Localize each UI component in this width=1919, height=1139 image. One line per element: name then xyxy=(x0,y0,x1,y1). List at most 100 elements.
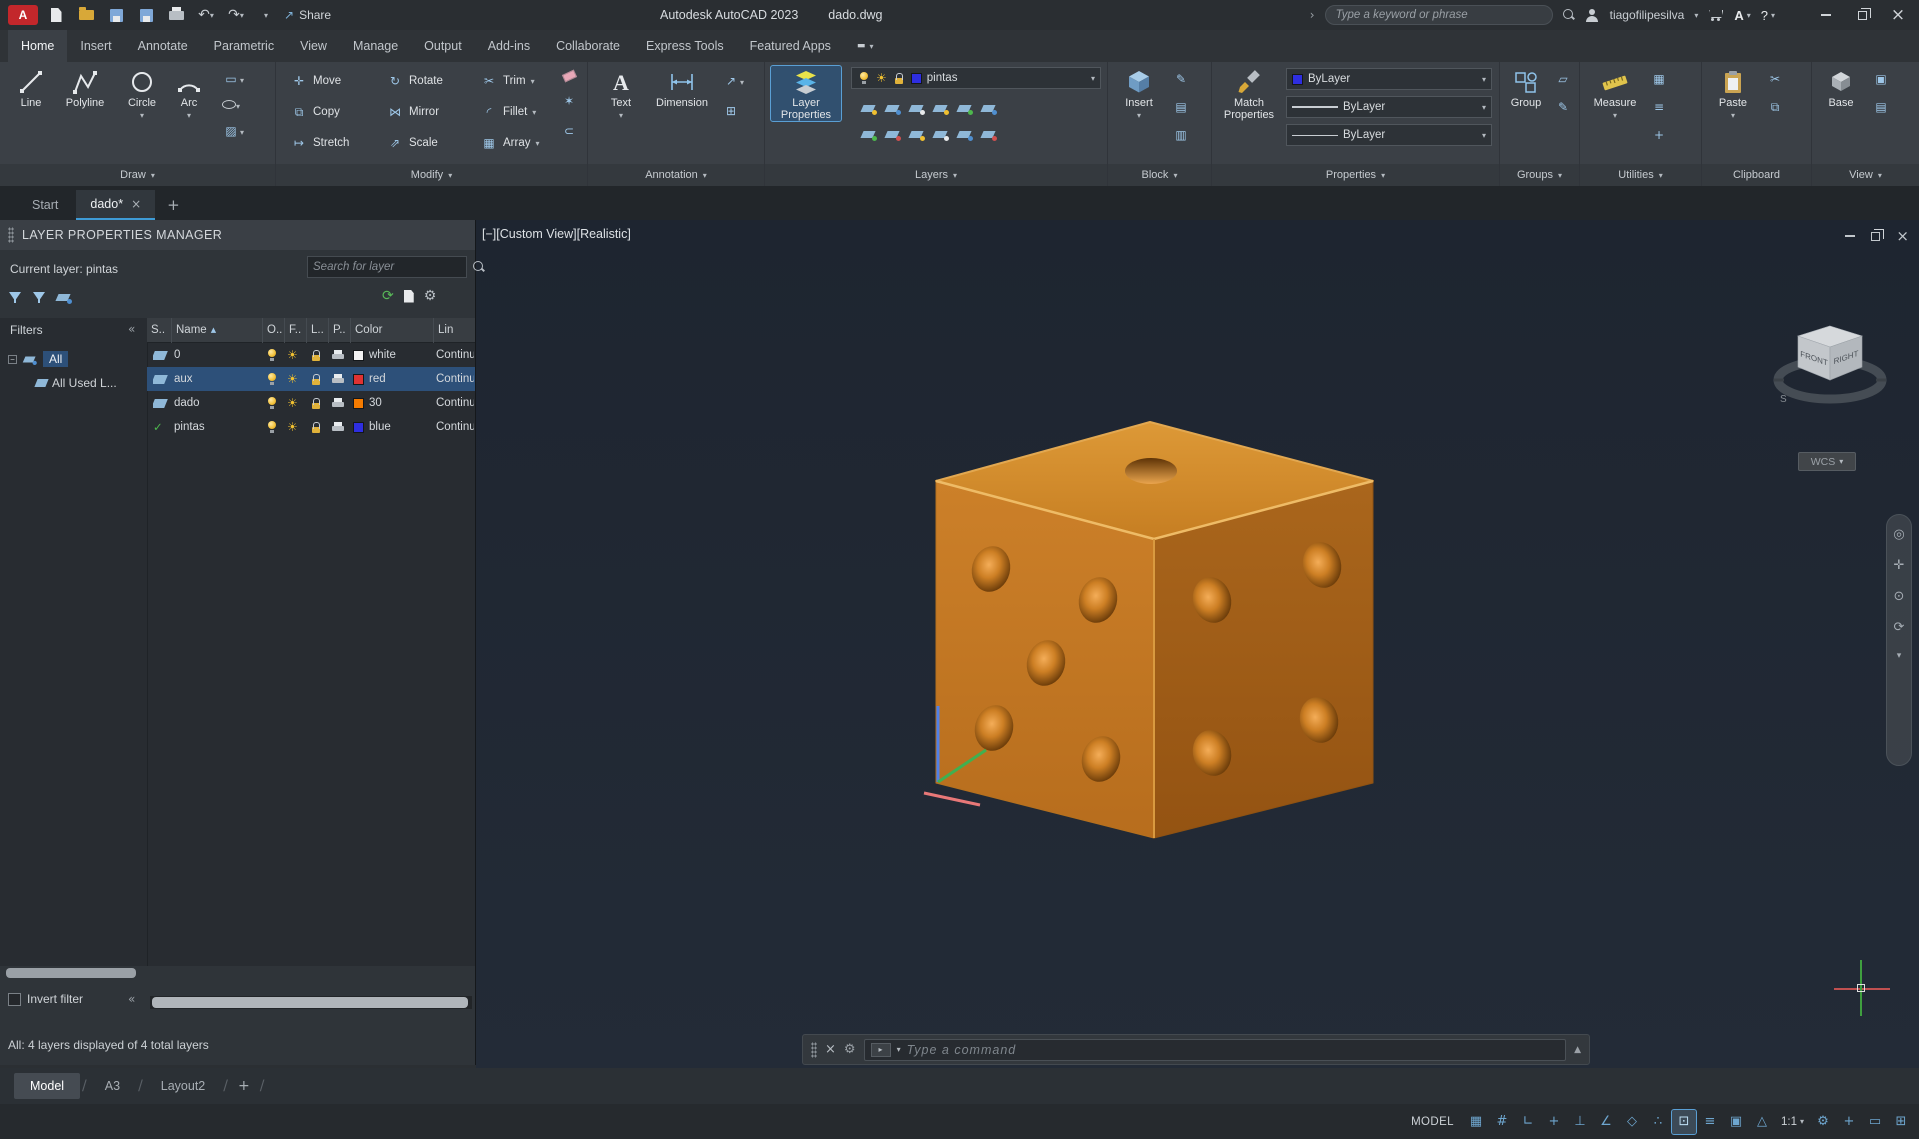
search-icon[interactable] xyxy=(1562,9,1575,21)
tab-view[interactable]: View xyxy=(287,30,340,62)
tab-output[interactable]: Output xyxy=(411,30,475,62)
tab-annotate[interactable]: Annotate xyxy=(125,30,201,62)
group-button[interactable]: Group xyxy=(1502,66,1550,109)
arc-button[interactable]: Arc xyxy=(168,66,210,120)
rotate-button[interactable]: Rotate xyxy=(386,72,443,90)
command-prompt-icon[interactable]: ▸ xyxy=(870,1042,891,1057)
line-button[interactable]: Line xyxy=(8,66,54,109)
move-button[interactable]: Move xyxy=(290,72,341,90)
layer-dropdown-arrow-icon[interactable] xyxy=(1091,74,1095,83)
object-color-dropdown[interactable]: ByLayer xyxy=(1286,68,1492,90)
close-button[interactable] xyxy=(1885,2,1911,28)
layer-linetype[interactable]: Continuous xyxy=(436,343,474,367)
layer-plot-icon[interactable] xyxy=(331,372,345,386)
workspace-gear-icon[interactable] xyxy=(1811,1110,1835,1134)
col-lock[interactable]: L.. xyxy=(307,318,329,343)
cut-icon[interactable] xyxy=(1766,70,1784,88)
copy-button[interactable]: Copy xyxy=(290,103,340,121)
file-tab-dado[interactable]: dado* xyxy=(76,190,156,220)
utilities-panel-label[interactable]: Utilities xyxy=(1580,164,1701,186)
viewcube[interactable]: S FRONT RIGHT xyxy=(1766,318,1902,418)
layer-off-icon[interactable] xyxy=(861,102,877,115)
measure-button[interactable]: Measure xyxy=(1586,66,1644,120)
layer-on-icon[interactable] xyxy=(265,420,279,434)
ortho-mode-icon[interactable] xyxy=(1568,1110,1592,1134)
col-freeze[interactable]: F.. xyxy=(285,318,307,343)
redo-icon[interactable] xyxy=(224,4,248,26)
layer-on-icon[interactable] xyxy=(265,396,279,410)
dimension-button[interactable]: Dimension xyxy=(650,66,714,109)
scale-button[interactable]: Scale xyxy=(386,134,438,152)
arc-dropdown-icon[interactable] xyxy=(187,111,191,120)
layer-states-manager-icon[interactable] xyxy=(56,291,72,304)
layer-name[interactable]: aux xyxy=(174,367,262,391)
paste-dropdown-icon[interactable] xyxy=(1731,111,1735,120)
quick-select-icon[interactable] xyxy=(1650,70,1668,88)
layer-color[interactable]: 30 xyxy=(353,391,433,415)
tab-featured-apps[interactable]: Featured Apps xyxy=(737,30,844,62)
measure-dropdown-icon[interactable] xyxy=(1613,111,1617,120)
tab-collaborate[interactable]: Collaborate xyxy=(543,30,633,62)
layer-match-icon[interactable] xyxy=(957,102,973,115)
wcs-button[interactable]: WCS xyxy=(1798,452,1856,471)
block-editor-icon[interactable] xyxy=(1172,70,1190,88)
navbar-more-icon[interactable] xyxy=(1897,651,1902,661)
trim-button[interactable]: Trim xyxy=(480,72,535,90)
layer-freeze-icon[interactable] xyxy=(287,348,298,362)
layer-thaw-all-icon[interactable] xyxy=(909,128,925,141)
layer-color[interactable]: red xyxy=(353,367,433,391)
tab-insert[interactable]: Insert xyxy=(67,30,124,62)
viewport-visual-style-control[interactable]: [Realistic] xyxy=(577,227,631,241)
layer-name[interactable]: 0 xyxy=(174,343,262,367)
viewport-icon[interactable] xyxy=(1872,70,1890,88)
new-property-filter-icon[interactable] xyxy=(8,290,22,304)
palette-grip-icon[interactable] xyxy=(8,227,14,243)
tab-parametric[interactable]: Parametric xyxy=(201,30,287,62)
layer-copy-objects-icon[interactable] xyxy=(981,128,997,141)
explode-icon[interactable] xyxy=(560,92,578,110)
tab-manage[interactable]: Manage xyxy=(340,30,411,62)
copy-clip-icon[interactable] xyxy=(1766,98,1784,116)
save-as-icon[interactable] xyxy=(134,4,158,26)
offset-icon[interactable] xyxy=(560,122,578,140)
osnap-tracking-icon[interactable] xyxy=(1646,1110,1670,1134)
quick-calc-icon[interactable] xyxy=(1650,98,1668,116)
table-button[interactable] xyxy=(722,102,744,120)
expand-arrow-icon[interactable] xyxy=(1310,8,1315,22)
zoom-icon[interactable] xyxy=(1894,589,1905,604)
new-tab-button[interactable] xyxy=(159,190,188,220)
col-on[interactable]: O.. xyxy=(263,318,285,343)
tab-home[interactable]: Home xyxy=(8,30,68,62)
palette-settings-gear-icon[interactable] xyxy=(424,288,437,304)
col-color[interactable]: Color xyxy=(351,318,434,343)
viewport-minimize-control[interactable]: [−] xyxy=(482,227,496,241)
block-panel-label[interactable]: Block xyxy=(1108,164,1211,186)
file-tab-start[interactable]: Start xyxy=(18,190,72,220)
annotation-monitor-icon[interactable] xyxy=(1837,1110,1861,1134)
layer-plot-icon[interactable] xyxy=(331,348,345,362)
fillet-button[interactable]: Fillet xyxy=(480,103,536,121)
ungroup-icon[interactable] xyxy=(1554,70,1572,88)
filters-collapse-icon[interactable] xyxy=(128,322,135,336)
layer-on-icon[interactable] xyxy=(265,372,279,386)
layer-lock-icon[interactable] xyxy=(933,102,949,115)
undo-icon[interactable] xyxy=(194,4,218,26)
drawing-minimize-icon[interactable] xyxy=(1845,235,1856,237)
selection-cycling-icon[interactable] xyxy=(1724,1110,1748,1134)
erase-icon[interactable] xyxy=(561,69,577,83)
hatch-tool-button[interactable] xyxy=(222,122,244,140)
modify-panel-label[interactable]: Modify xyxy=(276,164,587,186)
model-space-button[interactable]: MODEL xyxy=(1403,1116,1462,1128)
command-input[interactable] xyxy=(906,1042,1560,1057)
polar-tracking-icon[interactable] xyxy=(1594,1110,1618,1134)
app-store-cart-icon[interactable] xyxy=(1708,9,1724,21)
username[interactable]: tiagofilipesilva xyxy=(1610,8,1685,22)
close-tab-icon[interactable] xyxy=(131,197,141,211)
layer-color[interactable]: white xyxy=(353,343,433,367)
command-close-icon[interactable] xyxy=(825,1042,836,1057)
isodraft-icon[interactable] xyxy=(1620,1110,1644,1134)
properties-panel-label[interactable]: Properties xyxy=(1212,164,1499,186)
tab-addins[interactable]: Add-ins xyxy=(475,30,543,62)
annotation-visibility-icon[interactable] xyxy=(1750,1110,1774,1134)
save-icon[interactable] xyxy=(104,4,128,26)
